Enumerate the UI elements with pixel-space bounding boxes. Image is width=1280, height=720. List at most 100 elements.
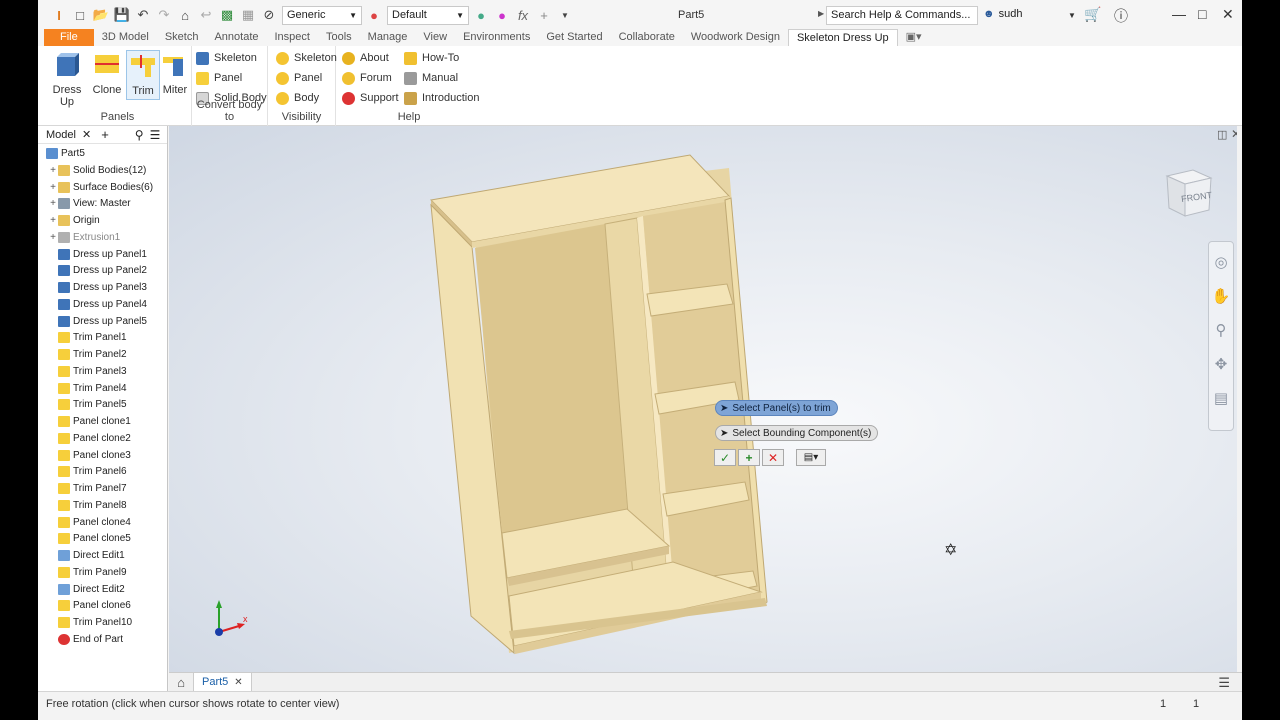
restore-pane-icon[interactable]: ◫ — [1217, 128, 1227, 141]
tab-environments[interactable]: Environments — [455, 29, 538, 46]
browser-node[interactable]: Panel clone1 — [48, 413, 131, 430]
select-icon[interactable]: ▦ — [239, 6, 257, 24]
close-icon[interactable]: ✕ — [82, 128, 91, 141]
search-icon[interactable]: ⚲ — [135, 128, 144, 142]
browser-node[interactable]: Trim Panel4 — [48, 380, 127, 397]
browser-node[interactable]: + Solid Bodies(12) — [48, 162, 146, 179]
browser-node[interactable]: Dress up Panel2 — [48, 262, 147, 279]
browser-node[interactable]: Panel clone4 — [48, 514, 131, 531]
pan-hand-icon[interactable]: ✋ — [1209, 282, 1233, 310]
convert-skeleton-button[interactable]: Skeleton — [196, 49, 257, 67]
browser-node[interactable]: Panel clone6 — [48, 597, 131, 614]
support-button[interactable]: Support — [342, 89, 399, 107]
graphics-viewport[interactable]: ➤ Select Panel(s) to trim ➤ Select Bound… — [169, 126, 1237, 672]
expand-plus-icon[interactable]: + — [48, 215, 58, 226]
tab-inspect[interactable]: Inspect — [267, 29, 318, 46]
open-folder-icon[interactable]: 📂 — [92, 6, 110, 24]
appearance-select[interactable]: Default ▼ — [387, 5, 469, 25]
browser-tab-model[interactable]: Model — [46, 129, 76, 141]
select-panels-to-trim-button[interactable]: ➤ Select Panel(s) to trim — [715, 400, 838, 416]
how-to-button[interactable]: How-To — [404, 49, 459, 67]
document-tab-part5[interactable]: Part5 ✕ — [193, 672, 252, 692]
tab-skeleton-dress-up[interactable]: Skeleton Dress Up — [787, 29, 898, 46]
browser-node[interactable]: Dress up Panel5 — [48, 313, 147, 330]
tab-annotate[interactable]: Annotate — [206, 29, 266, 46]
about-button[interactable]: About — [342, 49, 389, 67]
mini-toolbar-options-button[interactable]: ▤▾ — [796, 449, 826, 466]
cart-icon[interactable]: 🛒 — [1084, 6, 1101, 23]
no-symbol-icon[interactable]: ⊘ — [260, 6, 278, 24]
dress-up-button[interactable]: Dress Up — [47, 50, 87, 108]
expand-plus-icon[interactable]: + — [48, 198, 58, 209]
cancel-x-button[interactable]: ✕ — [762, 449, 784, 466]
visibility-panel-button[interactable]: Panel — [276, 69, 322, 87]
user-account[interactable]: ☻ sudh — [983, 8, 1022, 20]
chevron-down-icon[interactable]: ▼ — [1068, 11, 1076, 20]
apply-plus-button[interactable]: + — [738, 449, 760, 466]
parameters-fx-icon[interactable]: fx — [514, 6, 532, 24]
steering-wheel-icon[interactable]: ◎ — [1209, 248, 1233, 276]
redo-icon[interactable]: ↷ — [155, 6, 173, 24]
miter-button[interactable]: Miter — [158, 50, 192, 100]
save-icon[interactable]: 💾 — [113, 6, 131, 24]
browser-node[interactable]: Part5 — [46, 145, 85, 162]
close-icon[interactable]: ✕ — [1222, 6, 1234, 23]
visibility-skeleton-button[interactable]: Skeleton — [276, 49, 337, 67]
appearance-ball-icon[interactable]: ● — [365, 6, 383, 24]
tab-file[interactable]: File — [44, 29, 94, 46]
manual-button[interactable]: Manual — [404, 69, 458, 87]
clear-appearance-icon[interactable]: ● — [493, 6, 511, 24]
clone-button[interactable]: Clone — [90, 50, 124, 100]
browser-node[interactable]: + Extrusion1 — [48, 229, 120, 246]
tab-collaborate[interactable]: Collaborate — [611, 29, 683, 46]
return-icon[interactable]: ↩ — [197, 6, 215, 24]
browser-node[interactable]: Trim Panel10 — [48, 614, 132, 631]
browser-node[interactable]: Trim Panel6 — [48, 463, 127, 480]
browser-node[interactable]: End of Part — [48, 631, 123, 648]
help-icon[interactable]: ⓘ — [1114, 6, 1128, 26]
expand-plus-icon[interactable]: + — [48, 165, 58, 176]
tab-view[interactable]: View — [415, 29, 455, 46]
new-file-icon[interactable]: □ — [71, 6, 89, 24]
forum-button[interactable]: Forum — [342, 69, 392, 87]
trim-button[interactable]: Trim — [126, 50, 160, 100]
look-at-icon[interactable]: ▤ — [1209, 384, 1233, 412]
ok-check-button[interactable]: ✓ — [714, 449, 736, 466]
convert-panel-button[interactable]: Panel — [196, 69, 242, 87]
expand-plus-icon[interactable]: + — [48, 182, 58, 193]
select-bounding-components-button[interactable]: ➤ Select Bounding Component(s) — [715, 425, 879, 441]
browser-node[interactable]: Dress up Panel3 — [48, 279, 147, 296]
material-select[interactable]: Generic ▼ — [282, 5, 362, 25]
browser-node[interactable]: + Surface Bodies(6) — [48, 179, 153, 196]
adjust-appearance-icon[interactable]: ● — [472, 6, 490, 24]
tab-get-started[interactable]: Get Started — [538, 29, 610, 46]
browser-node[interactable]: Dress up Panel4 — [48, 296, 147, 313]
tab-3d-model[interactable]: 3D Model — [94, 29, 157, 46]
ribbon-options-icon[interactable]: ▣▾ — [898, 29, 930, 46]
browser-node[interactable]: Trim Panel7 — [48, 480, 127, 497]
close-pane-icon[interactable]: ✕ — [1231, 127, 1237, 141]
viewcube[interactable]: FRONT — [1163, 166, 1215, 222]
add-browser-icon[interactable]: + — [101, 127, 109, 142]
browser-node[interactable]: Trim Panel3 — [48, 363, 127, 380]
tab-woodwork-design[interactable]: Woodwork Design — [683, 29, 788, 46]
browser-node[interactable]: Trim Panel5 — [48, 396, 127, 413]
home-icon[interactable]: ⌂ — [176, 6, 194, 24]
tab-manage[interactable]: Manage — [360, 29, 416, 46]
browser-node[interactable]: Trim Panel9 — [48, 564, 127, 581]
maximize-icon[interactable]: □ — [1198, 6, 1206, 22]
tab-sketch[interactable]: Sketch — [157, 29, 207, 46]
document-menu-icon[interactable]: ☰ — [1218, 675, 1230, 691]
browser-node[interactable]: Direct Edit2 — [48, 581, 125, 598]
update-icon[interactable]: ▩ — [218, 6, 236, 24]
menu-icon[interactable]: ☰ — [150, 128, 161, 142]
inventor-logo-icon[interactable]: I — [50, 6, 68, 24]
customize-chevron-icon[interactable]: ▼ — [556, 6, 574, 24]
help-search-input[interactable]: Search Help & Commands... — [826, 6, 978, 25]
browser-node[interactable]: Dress up Panel1 — [48, 246, 147, 263]
visibility-body-button[interactable]: Body — [276, 89, 319, 107]
browser-node[interactable]: + Origin — [48, 212, 100, 229]
tab-tools[interactable]: Tools — [318, 29, 360, 46]
browser-node[interactable]: Trim Panel2 — [48, 346, 127, 363]
browser-node[interactable]: + View: Master — [48, 195, 131, 212]
